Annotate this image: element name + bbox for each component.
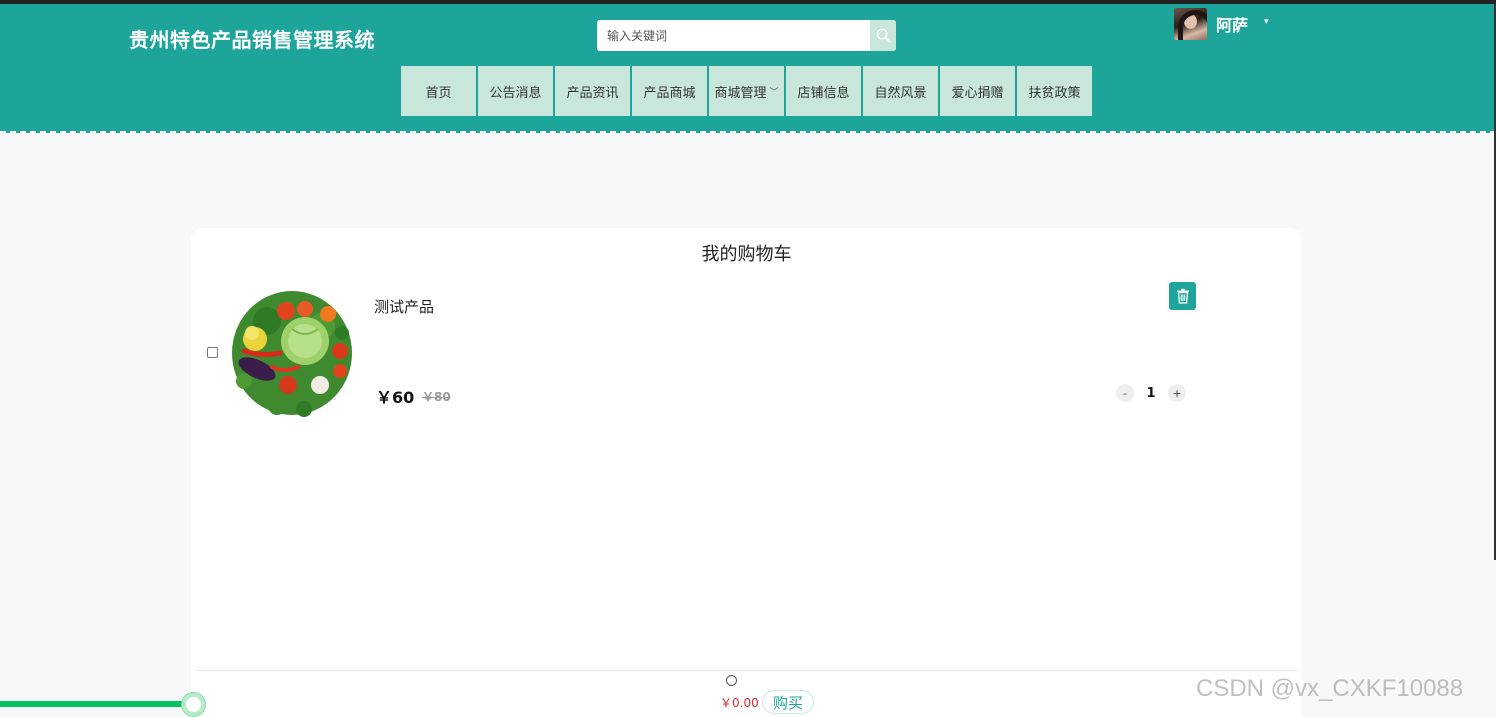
nav-item-donation[interactable]: 爱心捐赠 [940,66,1015,116]
nav-label: 自然风景 [874,85,927,101]
video-progress-bar[interactable] [0,701,193,707]
nav-label: 产品资讯 [566,85,619,101]
product-image[interactable] [222,281,362,423]
nav-label: 商城管理 [714,85,767,101]
user-menu[interactable]: 阿萨 ▾ [1174,8,1269,40]
decrease-quantity-button[interactable]: - [1116,384,1134,402]
quantity-stepper: - 1 + [1116,384,1186,402]
select-all-radio[interactable] [726,675,737,686]
total-price: ￥0.00 [720,696,759,710]
nav-item-announcements[interactable]: 公告消息 [478,66,553,116]
nav-item-scenery[interactable]: 自然风景 [863,66,938,116]
avatar[interactable] [1174,8,1207,40]
site-header: 贵州特色产品销售管理系统 阿萨 ▾ 首页 公告消息 产品资讯 产品商城 商城管理… [0,4,1496,133]
nav-label: 店铺信息 [797,85,850,101]
search-icon [876,28,890,43]
nav-item-product-mall[interactable]: 产品商城 [632,66,707,116]
divider [196,670,1297,671]
item-checkbox[interactable] [207,347,218,358]
page-title: 我的购物车 [701,244,792,265]
search-box [597,20,896,51]
trash-icon [1176,288,1189,304]
increase-quantity-button[interactable]: + [1168,384,1186,402]
buy-button[interactable]: 购买 [762,690,814,714]
nav-label: 扶贫政策 [1028,85,1081,101]
product-original-price: ￥80 [422,390,451,404]
username[interactable]: 阿萨 [1216,12,1248,36]
nav-item-mall-management[interactable]: 商城管理 ﹀ [709,66,784,116]
nav-item-poverty-policy[interactable]: 扶贫政策 [1017,66,1092,116]
nav-item-home[interactable]: 首页 [401,66,476,116]
nav-item-store-info[interactable]: 店铺信息 [786,66,861,116]
nav-label: 产品商城 [643,85,696,101]
video-progress-handle[interactable] [182,693,205,716]
search-input[interactable] [597,20,870,51]
cart-panel: 我的购物车 测试产品 ￥60 ￥80 - 1 + ￥0.00 购买 [191,228,1302,717]
watermark: CSDN @vx_CXKF10088 [1196,675,1464,702]
search-button[interactable] [870,20,896,51]
product-price: ￥60 [376,388,415,407]
main-nav: 首页 公告消息 产品资讯 产品商城 商城管理 ﹀ 店铺信息 自然风景 爱心捐赠 扶… [401,66,1094,116]
nav-label: 首页 [425,85,452,101]
nav-item-product-news[interactable]: 产品资讯 [555,66,630,116]
chevron-down-icon: ﹀ [769,87,779,98]
site-title: 贵州特色产品销售管理系统 [129,28,375,52]
product-name[interactable]: 测试产品 [374,296,434,317]
nav-label: 公告消息 [489,85,542,101]
caret-down-icon[interactable]: ▾ [1264,17,1269,27]
delete-button[interactable] [1169,282,1196,310]
nav-label: 爱心捐赠 [951,85,1004,101]
quantity-value: 1 [1146,385,1156,401]
